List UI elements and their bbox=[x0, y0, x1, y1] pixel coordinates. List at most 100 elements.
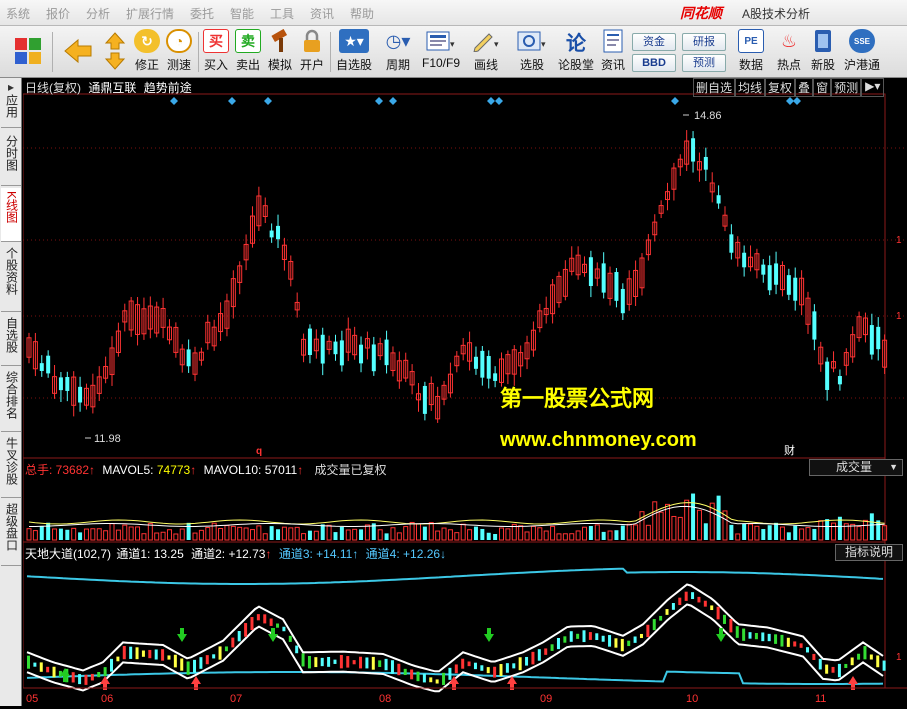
remove-watchlist-button[interactable]: 删自选 bbox=[693, 78, 736, 97]
chart-area[interactable]: 14.86 11.98 q 财 第一股票公式网 www.chnmoney.com… bbox=[22, 78, 907, 706]
tab-super-board[interactable]: 超级盘口 bbox=[1, 500, 21, 566]
cai-marker[interactable]: 财 bbox=[784, 443, 795, 457]
app-subtitle: A股技术分析 bbox=[742, 7, 811, 21]
channel-indicator bbox=[26, 567, 886, 693]
period-label[interactable]: 日线(复权) bbox=[25, 81, 81, 95]
volume-bar-up bbox=[403, 526, 409, 541]
simulate-button[interactable]: 模拟 bbox=[266, 29, 294, 75]
layout-button[interactable] bbox=[8, 29, 48, 75]
volume-bar-up bbox=[594, 524, 600, 541]
volume-total-label: 总手: bbox=[25, 463, 56, 477]
volume-bar-down bbox=[767, 525, 772, 540]
news-button[interactable]: 资讯 bbox=[598, 29, 628, 75]
indicator-help-button[interactable]: 指标说明 bbox=[835, 544, 903, 561]
menu-trade[interactable]: 委托 bbox=[190, 5, 214, 22]
indicator-bar bbox=[224, 646, 228, 652]
volume-bar-up bbox=[645, 524, 651, 541]
candle-body-down bbox=[58, 377, 63, 391]
svg-text:▾: ▾ bbox=[494, 39, 499, 49]
channel4-value: +12.26 bbox=[403, 547, 441, 561]
indicator-bar bbox=[493, 666, 497, 678]
tab-intraday[interactable]: 分时图 bbox=[1, 132, 21, 186]
draw-line-button[interactable]: ▾ 画线 bbox=[466, 29, 506, 75]
mavol5-label: MAVOL5: bbox=[102, 463, 157, 477]
indicator-bar bbox=[563, 636, 567, 643]
candle-body-down bbox=[384, 339, 389, 366]
brand-logo: 同花顺 bbox=[680, 5, 722, 21]
indicator-bar bbox=[46, 666, 50, 673]
forecast-button[interactable]: 预测 bbox=[682, 54, 726, 72]
open-account-button[interactable]: 开户 bbox=[298, 29, 326, 75]
volume-bar-up bbox=[115, 529, 121, 541]
clock-icon: ◷▾ bbox=[385, 30, 411, 51]
indicator-name[interactable]: 趋势前途 bbox=[144, 81, 192, 95]
volume-bar-up bbox=[779, 526, 785, 541]
menu-smart[interactable]: 智能 bbox=[230, 5, 254, 22]
indicator-bar bbox=[467, 661, 471, 667]
watchlist-button[interactable]: ★▾ 自选股 bbox=[334, 29, 374, 75]
expand-arrow-icon[interactable]: ▶▾ bbox=[861, 78, 885, 97]
volume-bar-up bbox=[499, 527, 505, 541]
tab-kline[interactable]: K线图 bbox=[1, 188, 21, 242]
volume-bar-up bbox=[26, 528, 32, 541]
down-arrow-icon bbox=[104, 51, 126, 71]
indicator-bar bbox=[397, 663, 401, 676]
tab-diagnosis[interactable]: 牛叉诊股 bbox=[1, 434, 21, 498]
menu-help[interactable]: 帮助 bbox=[350, 5, 374, 22]
indicator-title[interactable]: 天地大道(102,7) bbox=[25, 547, 111, 561]
f10-button[interactable]: ▾ F10/F9 bbox=[420, 29, 462, 75]
window-button[interactable]: 窗 bbox=[813, 78, 832, 97]
volume-bar-up bbox=[141, 533, 147, 541]
volume-bar-up bbox=[460, 523, 466, 541]
stock-pick-button[interactable]: ▾ 选股 bbox=[512, 29, 552, 75]
volume-bar-up bbox=[409, 521, 415, 541]
indicator-bar bbox=[780, 634, 784, 647]
volume-bar-up bbox=[735, 533, 741, 541]
menu-extended-quote[interactable]: 扩展行情 bbox=[126, 5, 174, 22]
overlay-button[interactable]: 叠 bbox=[795, 78, 814, 97]
correct-button[interactable]: ↻ 修正 bbox=[132, 29, 162, 75]
volume-indicator-select[interactable]: 成交量 ▼ bbox=[809, 459, 903, 476]
volume-bar-up bbox=[192, 532, 198, 541]
forum-button[interactable]: 论 论股堂 bbox=[556, 29, 596, 75]
q-marker[interactable]: q bbox=[256, 446, 262, 457]
indicator-bar bbox=[205, 655, 209, 665]
menu-analysis[interactable]: 分析 bbox=[86, 5, 110, 22]
volume-bar-down bbox=[716, 495, 721, 540]
forecast-chart-button[interactable]: 预测 bbox=[831, 78, 862, 97]
candle-body-down bbox=[333, 341, 338, 355]
signal-diamond-icon bbox=[264, 97, 272, 105]
tab-stock-profile[interactable]: 个股资料 bbox=[1, 244, 21, 312]
sell-button[interactable]: 卖 卖出 bbox=[234, 29, 262, 75]
up-down-button[interactable] bbox=[104, 29, 128, 75]
hot-button[interactable]: ♨ 热点 bbox=[774, 29, 804, 75]
volume-bar-up bbox=[230, 525, 236, 541]
period-button[interactable]: ◷▾ 周期 bbox=[380, 29, 416, 75]
candle-body-down bbox=[371, 344, 376, 372]
menu-news[interactable]: 资讯 bbox=[310, 5, 334, 22]
tab-ranking[interactable]: 综合排名 bbox=[1, 368, 21, 432]
buy-button[interactable]: 买 买入 bbox=[202, 29, 230, 75]
menu-tools[interactable]: 工具 bbox=[270, 5, 294, 22]
volume-bar-up bbox=[173, 533, 179, 541]
kline-chart-svg[interactable]: 14.86 11.98 q 财 第一股票公式网 www.chnmoney.com… bbox=[22, 78, 907, 706]
tab-app[interactable]: ▸ 应用 bbox=[1, 78, 21, 128]
bbd-button[interactable]: BBD bbox=[632, 54, 676, 72]
tab-watchlist[interactable]: 自选股 bbox=[1, 314, 21, 366]
volume-bar-up bbox=[205, 527, 211, 541]
data-button[interactable]: PE 数据 bbox=[736, 29, 766, 75]
new-stock-button[interactable]: 新股 bbox=[808, 29, 838, 75]
indicator-bar bbox=[850, 657, 854, 666]
ma-button[interactable]: 均线 bbox=[735, 78, 766, 97]
back-button[interactable] bbox=[58, 29, 98, 75]
indicator-bar bbox=[269, 618, 273, 626]
speed-button[interactable]: ◔ 测速 bbox=[164, 29, 194, 75]
funds-button[interactable]: 资金 bbox=[632, 33, 676, 51]
indicator-bar bbox=[735, 626, 739, 638]
adjust-button[interactable]: 复权 bbox=[765, 78, 796, 97]
menu-quote[interactable]: 报价 bbox=[46, 5, 70, 22]
research-button[interactable]: 研报 bbox=[682, 33, 726, 51]
indicator-bar bbox=[365, 657, 369, 669]
hk-connect-button[interactable]: SSE 沪港通 bbox=[842, 29, 882, 75]
menu-system[interactable]: 系统 bbox=[6, 5, 30, 22]
